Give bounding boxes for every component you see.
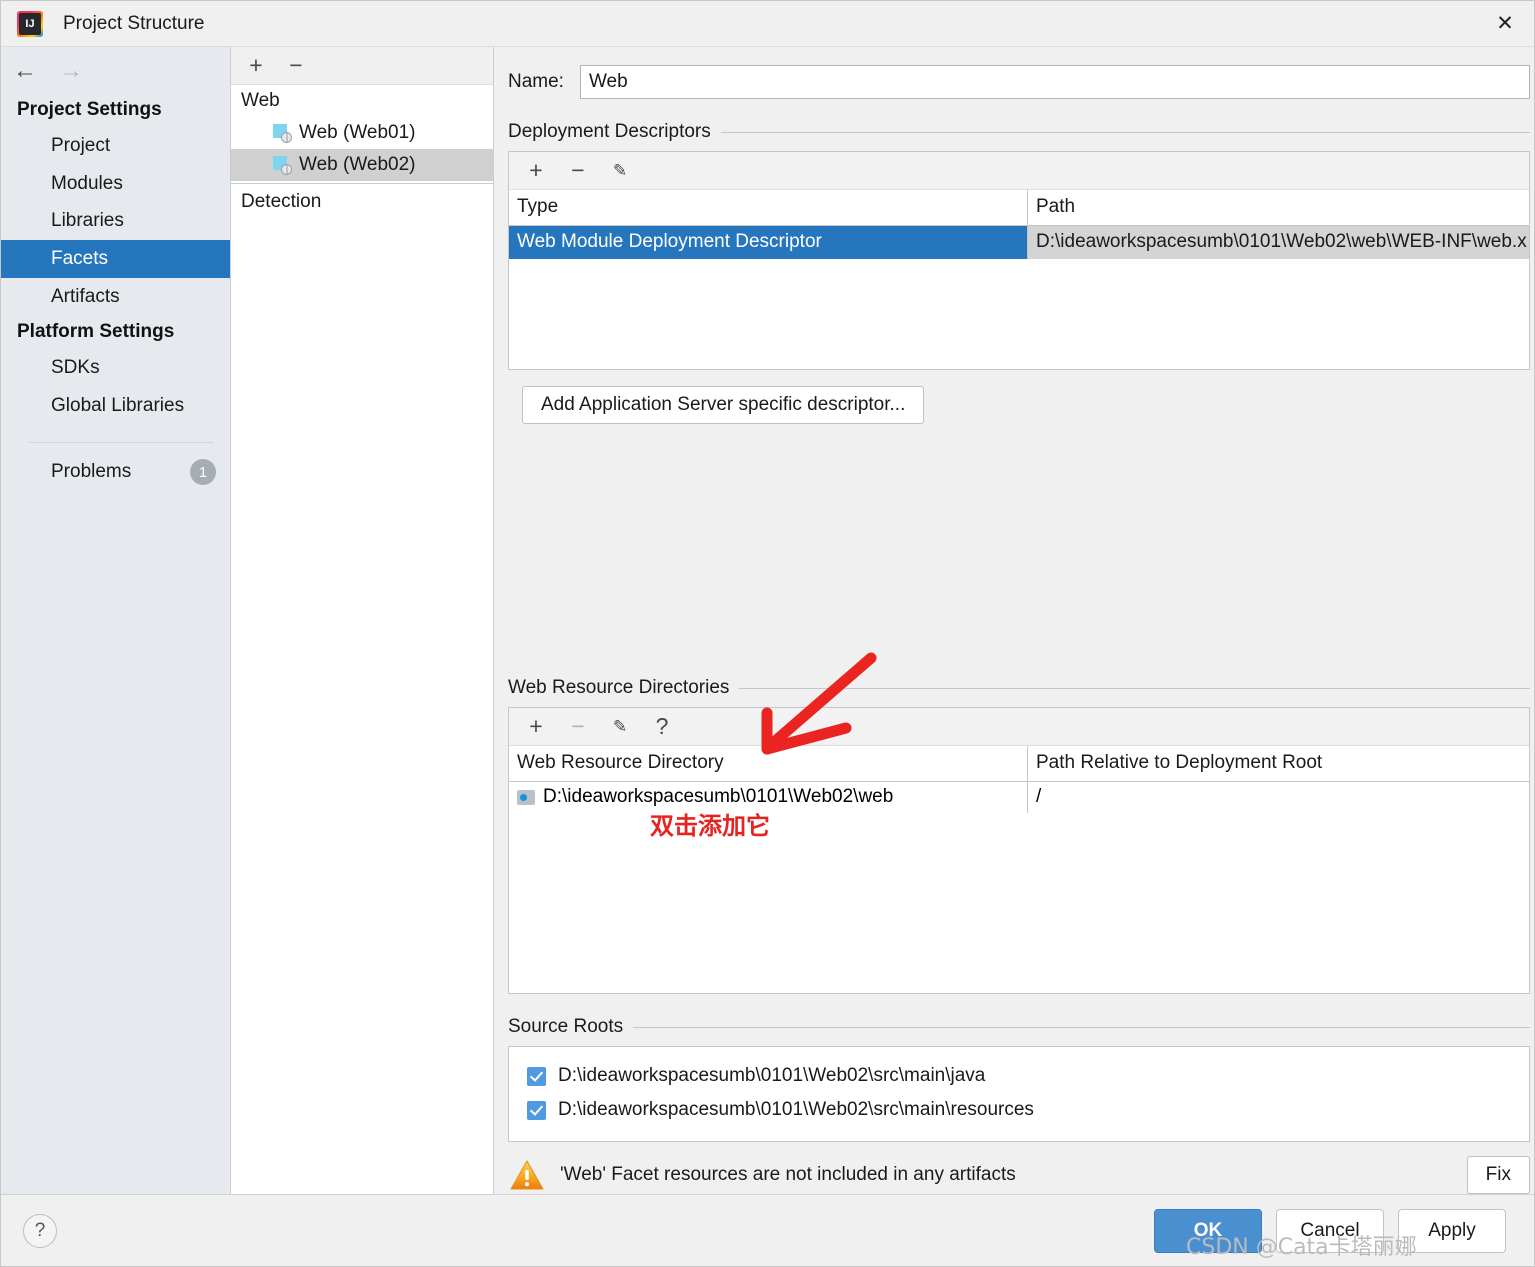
source-roots-title-row: Source Roots (508, 1016, 1530, 1038)
close-icon[interactable]: ✕ (1476, 1, 1534, 46)
sidebar-group-platform-settings: Platform Settings (17, 321, 175, 343)
web-resource-directories-section: Web Resource Directories + − ✎ ? Web Res… (494, 655, 1534, 994)
column-header-type[interactable]: Type (509, 190, 1028, 225)
web-resource-directory-path: D:\ideaworkspacesumb\0101\Web02\web (543, 786, 894, 807)
web-resource-directories-title-row: Web Resource Directories (508, 677, 1530, 699)
facet-tree-detection[interactable]: Detection (231, 186, 493, 218)
edit-descriptor-icon[interactable]: ✎ (609, 162, 631, 179)
add-descriptor-button-row: Add Application Server specific descript… (508, 370, 1530, 424)
deployment-descriptors-empty-area (509, 259, 1529, 369)
add-web-resource-icon[interactable]: + (525, 715, 547, 738)
add-application-server-descriptor-button[interactable]: Add Application Server specific descript… (522, 386, 925, 424)
warning-triangle-icon (510, 1160, 544, 1191)
facet-tree-separator (231, 183, 493, 184)
fix-button[interactable]: Fix (1466, 1156, 1530, 1194)
relative-path-cell: / (1036, 786, 1042, 807)
section-rule (720, 131, 1530, 133)
project-structure-dialog: IJ Project Structure ✕ ← → Project Setti… (0, 0, 1535, 1267)
list-item[interactable]: D:\ideaworkspacesumb\0101\Web02\src\main… (509, 1093, 1529, 1127)
facet-warning-text: 'Web' Facet resources are not included i… (560, 1164, 1016, 1185)
sidebar-item-problems-label: Problems (51, 461, 132, 483)
name-input[interactable] (579, 65, 1530, 99)
source-roots-title: Source Roots (508, 1016, 624, 1037)
web-resource-directories-toolbar: + − ✎ ? (509, 708, 1529, 746)
facet-warning-row: 'Web' Facet resources are not included i… (494, 1142, 1534, 1194)
help-web-resource-icon[interactable]: ? (651, 715, 673, 738)
table-row[interactable]: D:\ideaworkspacesumb\0101\Web02\web / (509, 782, 1529, 813)
remove-web-resource-icon[interactable]: − (567, 715, 589, 738)
help-icon[interactable]: ? (23, 1213, 57, 1248)
apply-button[interactable]: Apply (1398, 1208, 1506, 1253)
web-resource-directories-header: Web Resource Directory Path Relative to … (509, 746, 1529, 782)
column-header-path-relative[interactable]: Path Relative to Deployment Root (1028, 746, 1529, 781)
facet-tree-body: Web Web (Web01) Web (Web02) Detection (231, 85, 493, 1194)
source-roots-list: D:\ideaworkspacesumb\0101\Web02\src\main… (508, 1046, 1530, 1142)
remove-facet-icon[interactable]: − (285, 54, 307, 77)
dialog-body: ← → Project Settings Project Modules Lib… (1, 47, 1534, 1194)
sidebar-item-modules[interactable]: Modules (1, 165, 230, 203)
edit-web-resource-icon[interactable]: ✎ (609, 718, 631, 735)
facet-tree-item-web02[interactable]: Web (Web02) (231, 149, 493, 181)
vertical-spacer (494, 424, 1534, 655)
sidebar-item-sdks[interactable]: SDKs (1, 349, 230, 387)
source-roots-section: Source Roots D:\ideaworkspacesumb\0101\W… (494, 994, 1534, 1142)
forward-arrow-icon[interactable]: → (59, 59, 83, 83)
deployment-descriptors-title-row: Deployment Descriptors (508, 121, 1530, 143)
web-resource-directories-title: Web Resource Directories (508, 677, 730, 698)
back-arrow-icon[interactable]: ← (13, 59, 37, 83)
section-rule (633, 1026, 1530, 1028)
sidebar-item-artifacts[interactable]: Artifacts (1, 278, 230, 316)
web-resource-directories-table: + − ✎ ? Web Resource Directory Path Rela… (508, 707, 1530, 994)
settings-sidebar: ← → Project Settings Project Modules Lib… (1, 47, 231, 1194)
facet-details-pane: Name: Deployment Descriptors + − ✎ Type (494, 47, 1534, 1194)
facet-tree-root-web[interactable]: Web (231, 85, 493, 117)
sidebar-item-problems[interactable]: Problems 1 (1, 453, 230, 491)
web-facet-icon (273, 124, 292, 143)
list-item[interactable]: D:\ideaworkspacesumb\0101\Web02\src\main… (509, 1059, 1529, 1093)
sidebar-item-libraries[interactable]: Libraries (1, 202, 230, 240)
folder-icon (517, 789, 535, 805)
window-title: Project Structure (63, 12, 205, 34)
ok-button[interactable]: OK (1154, 1208, 1262, 1253)
deployment-descriptors-title: Deployment Descriptors (508, 121, 711, 142)
source-root-path: D:\ideaworkspacesumb\0101\Web02\src\main… (558, 1065, 986, 1086)
intellij-idea-logo-icon: IJ (17, 10, 43, 37)
add-facet-icon[interactable]: + (245, 54, 267, 77)
facet-tree-toolbar: + − (231, 47, 493, 85)
descriptor-type-cell: Web Module Deployment Descriptor (509, 226, 1028, 259)
descriptor-path-cell: D:\ideaworkspacesumb\0101\Web02\web\WEB-… (1028, 226, 1529, 259)
source-root-checkbox[interactable] (527, 1066, 546, 1086)
name-row: Name: (494, 65, 1534, 99)
web-facet-icon (273, 156, 292, 175)
source-root-path: D:\ideaworkspacesumb\0101\Web02\src\main… (558, 1099, 1034, 1120)
facet-tree-panel: + − Web Web (Web01) Web (Web02) Detectio… (231, 47, 494, 1194)
remove-descriptor-icon[interactable]: − (567, 159, 589, 182)
sidebar-group-project-settings: Project Settings (17, 99, 162, 120)
facet-tree-item-web02-label: Web (Web02) (299, 154, 416, 175)
add-descriptor-icon[interactable]: + (525, 159, 547, 182)
facet-tree-item-web01-label: Web (Web01) (299, 122, 416, 143)
cancel-button[interactable]: Cancel (1276, 1208, 1384, 1253)
deployment-descriptors-table: + − ✎ Type Path Web Module Deployment De… (508, 151, 1530, 370)
source-root-checkbox[interactable] (527, 1100, 546, 1120)
sidebar-item-project[interactable]: Project (1, 127, 230, 165)
section-rule (739, 687, 1530, 689)
column-header-path[interactable]: Path (1028, 190, 1529, 225)
facet-tree-item-web01[interactable]: Web (Web01) (231, 117, 493, 149)
table-row[interactable]: Web Module Deployment Descriptor D:\idea… (509, 226, 1529, 259)
dialog-footer: ? OK Cancel Apply (1, 1194, 1534, 1266)
deployment-descriptors-toolbar: + − ✎ (509, 152, 1529, 190)
problems-count-badge: 1 (190, 459, 216, 486)
name-label: Name: (508, 71, 564, 92)
sidebar-item-global-libraries[interactable]: Global Libraries (1, 387, 230, 425)
title-bar: IJ Project Structure ✕ (1, 1, 1534, 47)
deployment-descriptors-section: Deployment Descriptors + − ✎ Type Path W… (494, 99, 1534, 424)
column-header-web-resource-directory[interactable]: Web Resource Directory (509, 746, 1028, 781)
sidebar-divider (29, 442, 214, 444)
web-resource-directories-empty-area (509, 813, 1529, 993)
web-resource-directory-cell: D:\ideaworkspacesumb\0101\Web02\web (509, 782, 1028, 813)
sidebar-item-facets[interactable]: Facets (1, 239, 230, 278)
deployment-descriptors-header: Type Path (509, 190, 1529, 226)
sidebar-nav: ← → (1, 49, 230, 93)
